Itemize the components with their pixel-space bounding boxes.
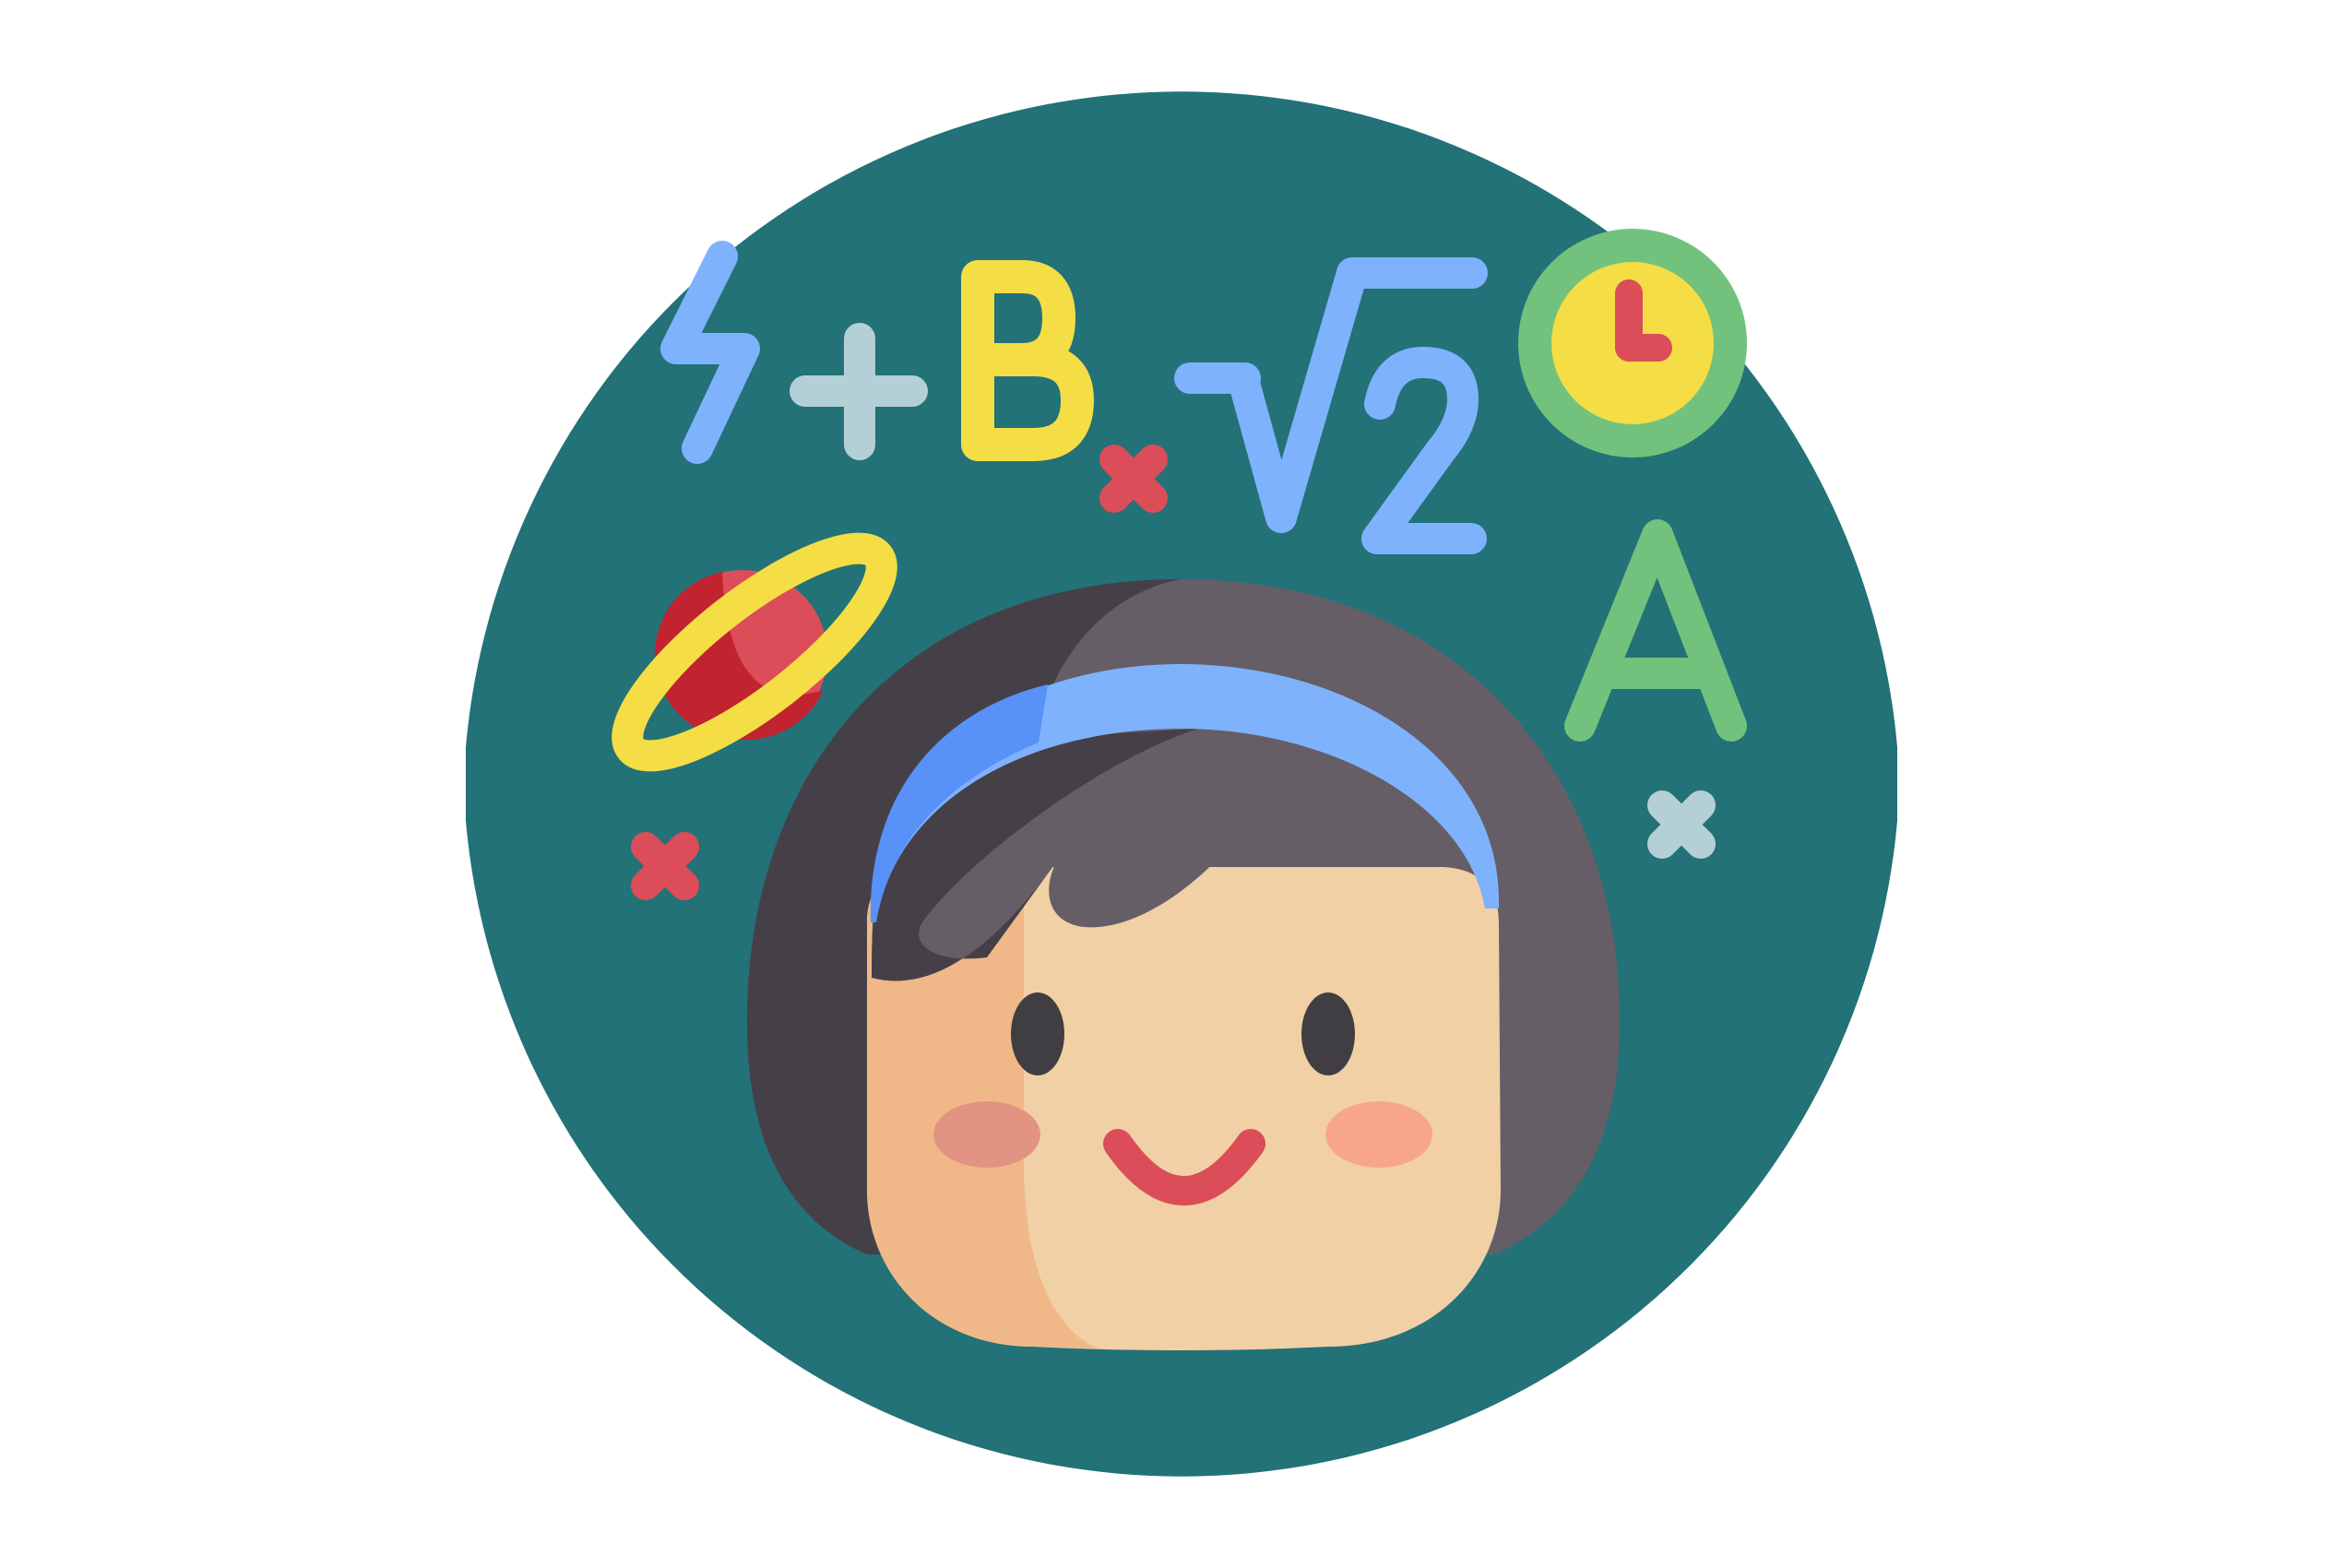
left-cheek [933,1101,1040,1168]
right-cheek [1325,1101,1432,1168]
girl-face-icon [746,579,1621,1350]
cross-icon [631,832,699,900]
cross-icon [1647,790,1716,859]
right-eye [1301,992,1355,1075]
letter-a-text: A [1574,505,1739,783]
letter-b-text: B [957,256,1097,493]
left-eye [1011,992,1064,1075]
cross-icon [1099,445,1168,513]
student-avatar-illustration: B + A [466,91,1897,1477]
plus-sign-text: + [775,256,944,493]
clock-icon [1518,229,1747,457]
